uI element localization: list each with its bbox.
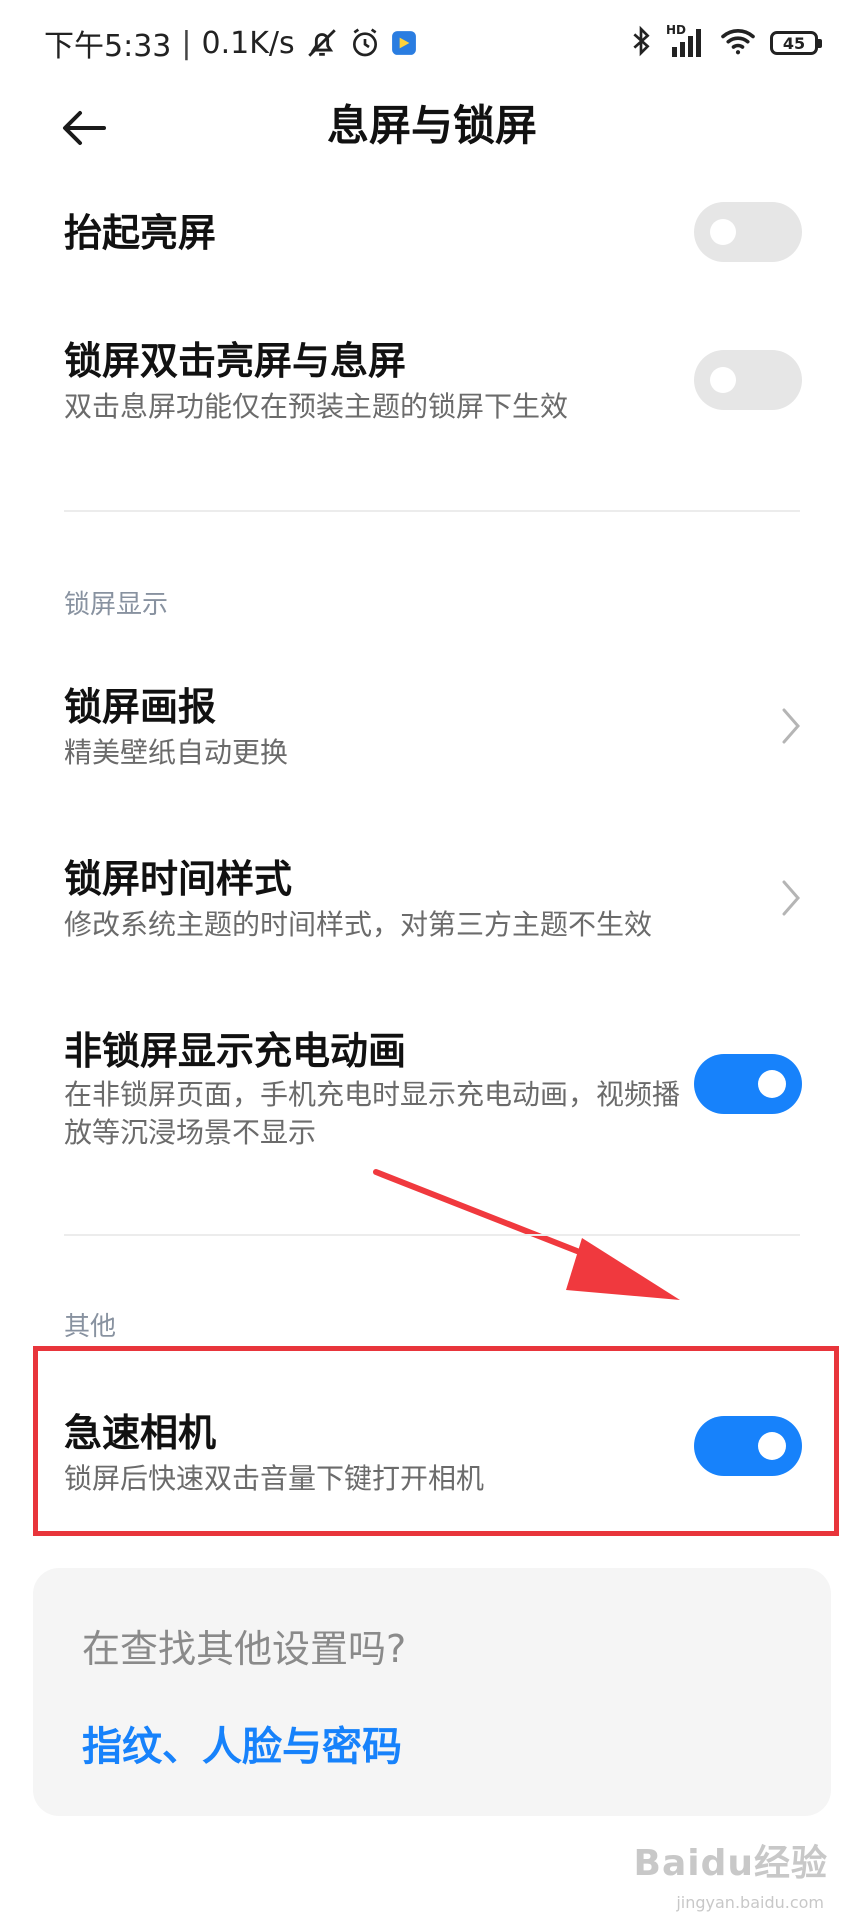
bell-muted-icon: [305, 26, 339, 60]
setting-subtitle: 修改系统主题的时间样式，对第三方主题不生效: [64, 908, 653, 941]
app-notification-icon: [391, 30, 417, 56]
signal-icon: HD: [666, 23, 706, 59]
battery-icon: 45: [770, 31, 822, 55]
status-separator: |: [181, 25, 192, 61]
raise-to-wake-switch[interactable]: [694, 202, 802, 262]
status-time: 下午5:33: [44, 29, 172, 64]
charging-animation-switch[interactable]: [694, 1054, 802, 1114]
setting-title: 锁屏时间样式: [64, 857, 293, 901]
switch-knob: [710, 367, 736, 393]
setting-subtitle: 在非锁屏页面，手机充电时显示充电动画，视频播放等沉浸场景不显示: [64, 1078, 681, 1149]
chevron-right-icon[interactable]: [780, 878, 804, 918]
divider: [64, 510, 800, 512]
battery-level: 45: [782, 33, 806, 53]
setting-subtitle: 双击息屏功能仅在预装主题的锁屏下生效: [64, 390, 569, 423]
status-bar-right: HD 45: [630, 20, 822, 66]
card-prompt: 在查找其他设置吗?: [82, 1627, 407, 1671]
alarm-clock-icon: [349, 27, 381, 59]
setting-title: 抬起亮屏: [64, 211, 217, 255]
fingerprint-face-password-link[interactable]: 指纹、人脸与密码: [82, 1714, 402, 1772]
page-title: 息屏与锁屏: [326, 101, 537, 150]
setting-title: 锁屏画报: [64, 685, 217, 729]
switch-knob: [710, 219, 736, 245]
related-settings-card: [33, 1568, 831, 1816]
status-network-speed: 0.1K/s: [201, 25, 295, 61]
section-header-other: 其他: [64, 1312, 117, 1342]
setting-title: 锁屏双击亮屏与息屏: [64, 339, 407, 383]
bluetooth-icon: [630, 25, 652, 61]
divider: [64, 1234, 800, 1236]
watermark: Baidu经验: [633, 1843, 828, 1884]
switch-knob: [758, 1070, 786, 1098]
wifi-icon: [720, 26, 756, 60]
section-header-lock-display: 锁屏显示: [64, 590, 169, 620]
status-bar-left: 下午5:33 | 0.1K/s: [44, 20, 417, 66]
setting-subtitle: 精美壁纸自动更换: [64, 736, 289, 769]
double-tap-wake-switch[interactable]: [694, 350, 802, 410]
chevron-right-icon[interactable]: [780, 706, 804, 746]
watermark-url: jingyan.baidu.com: [676, 1893, 824, 1912]
network-type-label: HD: [666, 23, 687, 37]
annotation-highlight-box: [33, 1346, 839, 1536]
setting-title: 非锁屏显示充电动画: [64, 1029, 407, 1073]
